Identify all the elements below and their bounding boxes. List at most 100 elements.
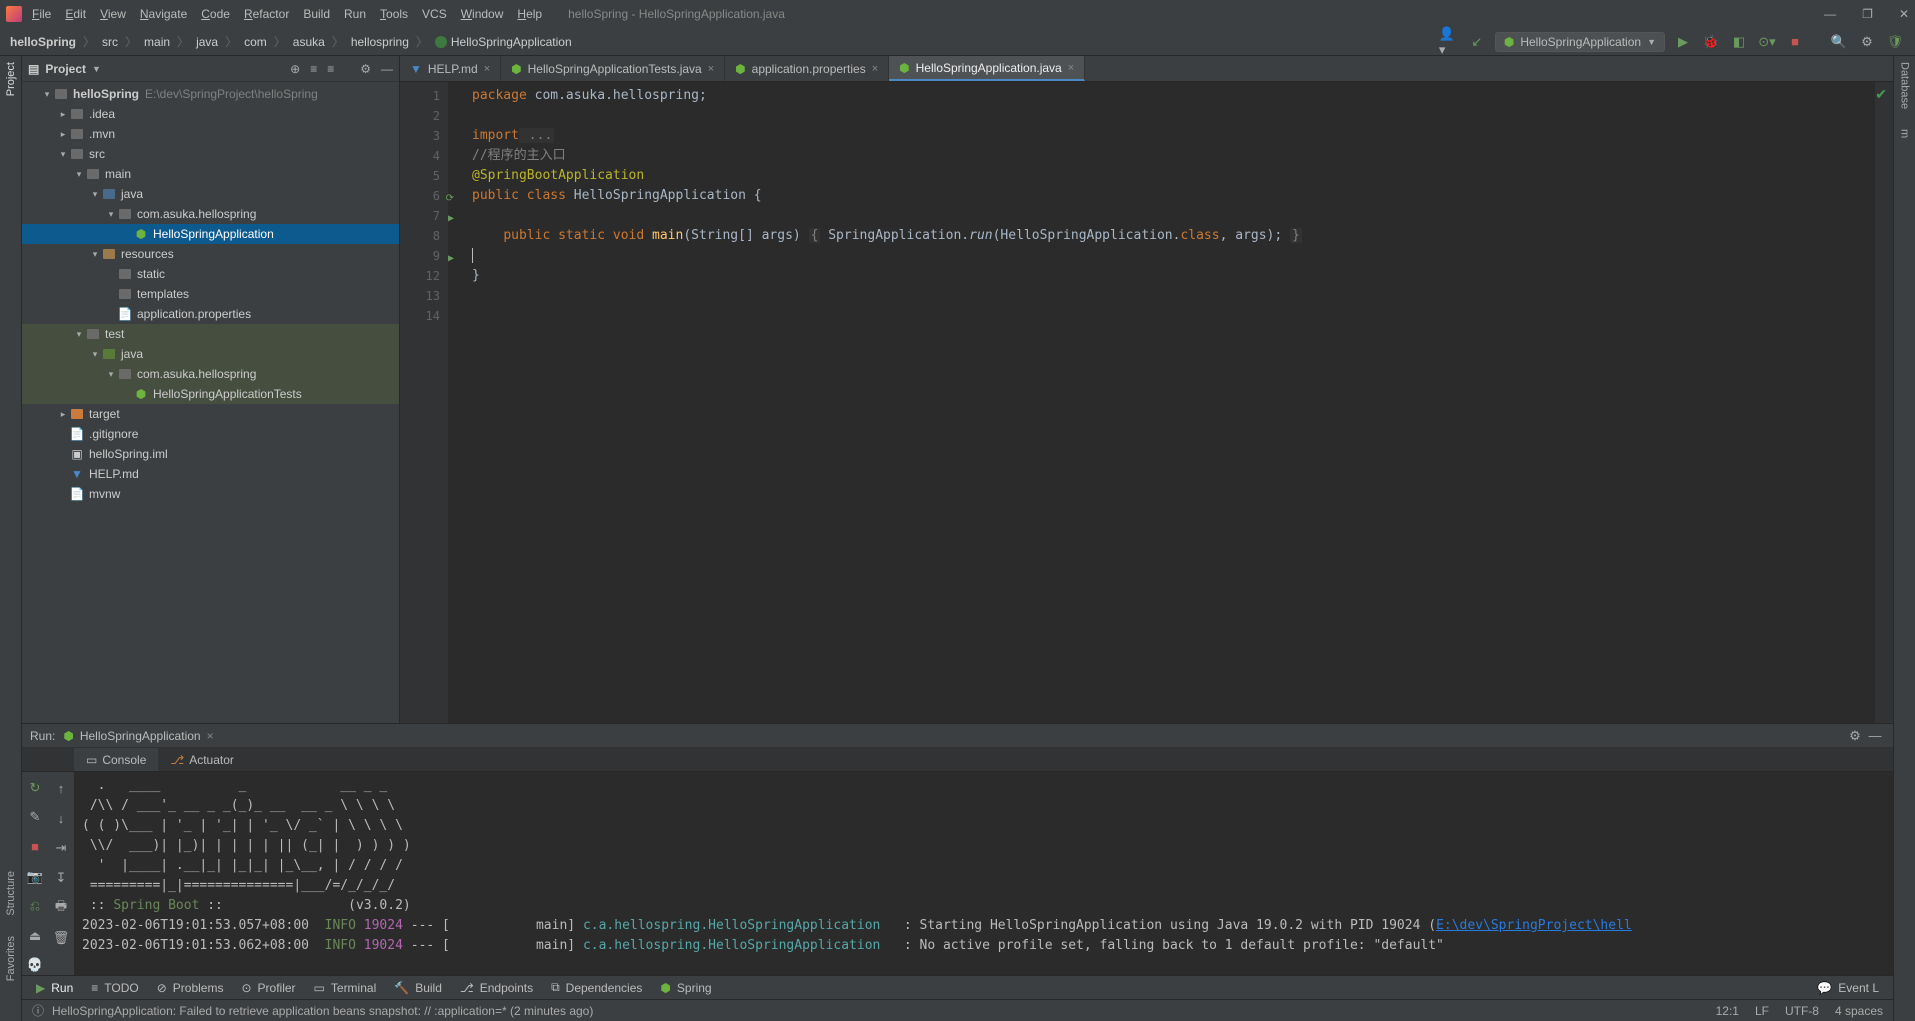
tree-templates[interactable]: templates	[22, 284, 399, 304]
editor-gutter[interactable]: 1 2 3 4 5 6⟳ 7▶ 8 9▶ 12 13 14	[400, 82, 448, 723]
add-user-icon[interactable]: 👤▾	[1439, 32, 1459, 52]
up-icon[interactable]: ↑	[51, 778, 71, 798]
bottom-tab-run[interactable]: ▶Run	[36, 981, 73, 995]
layout-icon[interactable]: ⎌	[25, 896, 45, 916]
tree-gitignore[interactable]: 📄.gitignore	[22, 424, 399, 444]
tree-static[interactable]: static	[22, 264, 399, 284]
tree-tests-class[interactable]: ⬢HelloSpringApplicationTests	[22, 384, 399, 404]
menu-window[interactable]: Window	[461, 7, 504, 21]
tree-app-selected[interactable]: ⬢HelloSpringApplication	[22, 224, 399, 244]
window-minimize-icon[interactable]: —	[1824, 7, 1836, 21]
window-maximize-icon[interactable]: ❐	[1862, 7, 1873, 21]
run-gutter-icon[interactable]: ⟳	[446, 189, 454, 209]
down-icon[interactable]: ↓	[51, 808, 71, 828]
menu-edit[interactable]: Edit	[65, 7, 86, 21]
project-view-select[interactable]: ▤ Project ▼	[28, 62, 101, 76]
code-area[interactable]: package com.asuka.hellospring; import ..…	[448, 82, 1875, 723]
tree-test-pkg[interactable]: ▾com.asuka.hellospring	[22, 364, 399, 384]
bottom-tab-todo[interactable]: ≡TODO	[91, 981, 138, 995]
run-gutter-icon[interactable]: ▶	[448, 249, 454, 269]
profile-button[interactable]: ⊙▾	[1757, 32, 1777, 52]
crumb-hellospring[interactable]: hellospring	[351, 35, 409, 49]
window-close-icon[interactable]: ✕	[1899, 7, 1909, 21]
sidebar-tab-database[interactable]: Database	[1899, 62, 1911, 109]
tree-java[interactable]: ▾java	[22, 184, 399, 204]
locate-icon[interactable]: ⊕	[290, 62, 300, 76]
menu-view[interactable]: View	[100, 7, 126, 21]
coverage-button[interactable]: ◧	[1729, 32, 1749, 52]
console-output[interactable]: . ____ _ __ _ _ /\\ / ___'_ __ _ _(_)_ _…	[74, 772, 1893, 975]
close-tab-icon[interactable]: ×	[872, 63, 878, 75]
sidebar-tab-favorites[interactable]: Favorites	[5, 936, 17, 981]
close-tab-icon[interactable]: ×	[484, 63, 490, 75]
tree-resources[interactable]: ▾resources	[22, 244, 399, 264]
camera-icon[interactable]: 📷	[25, 867, 45, 887]
gear-icon[interactable]: ⚙	[1845, 726, 1865, 746]
settings-icon[interactable]: ⚙	[1857, 32, 1877, 52]
tree-iml[interactable]: ▣helloSpring.iml	[22, 444, 399, 464]
bottom-tab-spring[interactable]: ⬢Spring	[660, 981, 711, 995]
stop-button[interactable]: ■	[1785, 32, 1805, 52]
tree-test-java[interactable]: ▾java	[22, 344, 399, 364]
menu-code[interactable]: Code	[201, 7, 230, 21]
crumb-com[interactable]: com	[244, 35, 267, 49]
menu-run[interactable]: Run	[344, 7, 366, 21]
editor-marker-strip[interactable]	[1875, 82, 1893, 723]
scroll-end-icon[interactable]: ↧	[51, 868, 71, 888]
tree-main[interactable]: ▾main	[22, 164, 399, 184]
menu-help[interactable]: Help	[517, 7, 542, 21]
bottom-tab-terminal[interactable]: ▭Terminal	[314, 981, 377, 995]
status-message[interactable]: HelloSpringApplication: Failed to retrie…	[52, 1004, 1716, 1018]
wrap-icon[interactable]: ⇥	[51, 838, 71, 858]
actuator-tab[interactable]: ⎇Actuator	[158, 748, 246, 771]
tree-target[interactable]: ▸target	[22, 404, 399, 424]
edit-icon[interactable]: ✎	[25, 808, 45, 828]
tree-root[interactable]: ▾helloSpringE:\dev\SpringProject\helloSp…	[22, 84, 399, 104]
status-position[interactable]: 12:1	[1716, 1004, 1739, 1018]
tab-help-md[interactable]: ▼HELP.md×	[400, 56, 501, 81]
console-tab[interactable]: ▭Console	[74, 748, 158, 771]
hide-icon[interactable]: —	[1865, 726, 1885, 746]
menu-tools[interactable]: Tools	[380, 7, 408, 21]
expand-all-icon[interactable]: ≡	[310, 62, 317, 76]
shield-icon[interactable]: 🛡	[1885, 32, 1905, 52]
close-tab-icon[interactable]: ×	[1068, 62, 1074, 74]
bottom-tab-endpoints[interactable]: ⎇Endpoints	[460, 981, 533, 995]
crumb-main[interactable]: main	[144, 35, 170, 49]
crumb-asuka[interactable]: asuka	[293, 35, 325, 49]
project-tree[interactable]: ▾helloSpringE:\dev\SpringProject\helloSp…	[22, 82, 399, 723]
run-tool-config[interactable]: ⬢HelloSpringApplication	[63, 729, 200, 743]
menu-vcs[interactable]: VCS	[422, 7, 447, 21]
close-run-tab-icon[interactable]: ×	[207, 729, 214, 743]
tree-mvnw[interactable]: 📄mvnw	[22, 484, 399, 504]
run-button[interactable]: ▶	[1673, 32, 1693, 52]
run-configuration-select[interactable]: ⬢ HelloSpringApplication ▼	[1495, 32, 1665, 52]
trash-icon[interactable]: 🗑	[51, 928, 71, 948]
update-icon[interactable]: ↙	[1467, 32, 1487, 52]
collapse-all-icon[interactable]: ≡	[327, 62, 334, 76]
tree-mvn[interactable]: ▸.mvn	[22, 124, 399, 144]
file-link[interactable]: E:\dev\SpringProject\hell	[1436, 918, 1632, 933]
tree-pkg[interactable]: ▾com.asuka.hellospring	[22, 204, 399, 224]
status-indent[interactable]: 4 spaces	[1835, 1004, 1883, 1018]
status-info-icon[interactable]: ⓘ	[32, 1002, 44, 1019]
tab-app-java[interactable]: ⬢HelloSpringApplication.java×	[889, 56, 1085, 81]
sidebar-tab-project[interactable]: Project	[5, 62, 17, 96]
run-gutter-icon[interactable]: ▶	[448, 209, 454, 229]
kill-icon[interactable]: 💀	[25, 955, 45, 975]
close-tab-icon[interactable]: ×	[708, 63, 714, 75]
inspection-ok-icon[interactable]: ✔	[1875, 86, 1887, 103]
bottom-tab-eventlog[interactable]: 💬Event L	[1817, 981, 1879, 995]
tree-src[interactable]: ▾src	[22, 144, 399, 164]
menu-file[interactable]: File	[32, 7, 51, 21]
crumb-java[interactable]: java	[196, 35, 218, 49]
menu-refactor[interactable]: Refactor	[244, 7, 289, 21]
gear-icon[interactable]: ⚙	[360, 62, 371, 76]
tab-app-properties[interactable]: ⬢application.properties×	[725, 56, 889, 81]
bottom-tab-profiler[interactable]: ⊙Profiler	[241, 981, 295, 995]
bottom-tab-build[interactable]: 🔨Build	[394, 981, 442, 995]
tree-appprop[interactable]: 📄application.properties	[22, 304, 399, 324]
tab-tests-java[interactable]: ⬢HelloSpringApplicationTests.java×	[501, 56, 725, 81]
rerun-icon[interactable]: ↻	[25, 778, 45, 798]
status-line-ending[interactable]: LF	[1755, 1004, 1769, 1018]
